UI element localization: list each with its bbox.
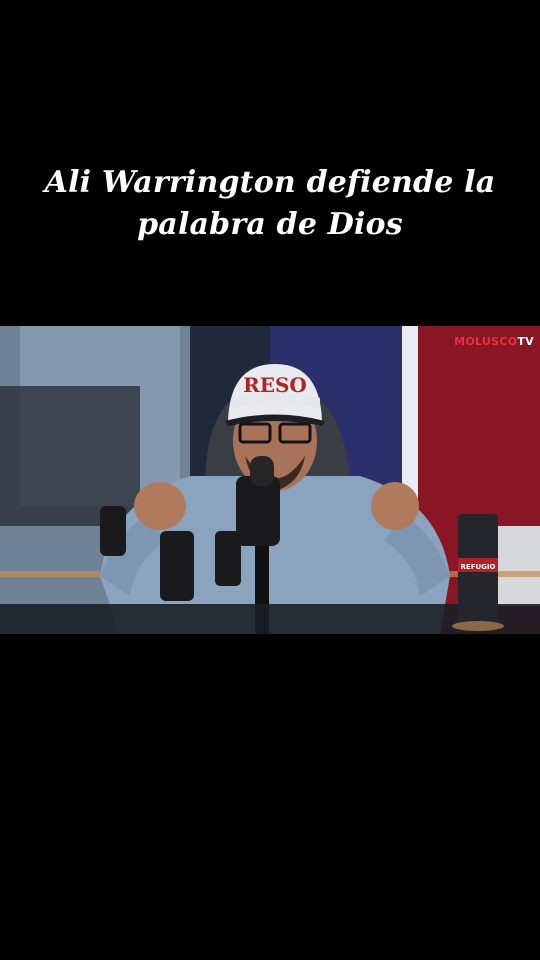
left-hand (134, 482, 186, 530)
caption-line-2: palabra de Dios (137, 207, 403, 242)
watermark-brand: MOLUSCO (454, 335, 518, 348)
caption-line-1: Ali Warrington defiende la (44, 165, 496, 200)
microphone-main (236, 476, 280, 546)
channel-watermark: MOLUSCOTV (454, 335, 534, 348)
video-caption: Ali Warrington defiende la palabra de Di… (20, 162, 520, 246)
video-scene: RESO REFUGIO (0, 326, 540, 634)
video-frame[interactable]: RESO REFUGIO MOLUSCOTV (0, 326, 540, 634)
watermark-suffix: TV (517, 335, 534, 348)
right-hand (371, 482, 419, 530)
microphone-left (160, 531, 194, 601)
cup-label-text: REFUGIO (461, 563, 496, 571)
cap-logo-text: RESO (243, 373, 307, 397)
